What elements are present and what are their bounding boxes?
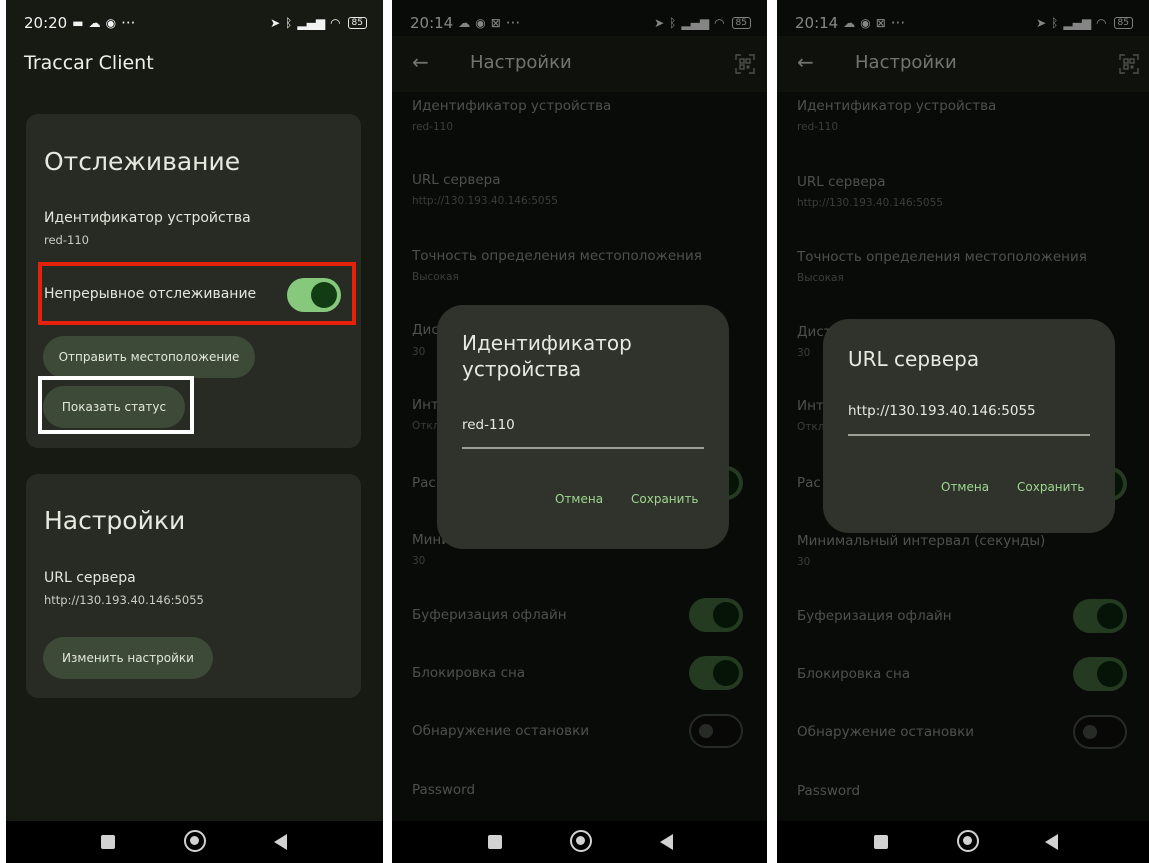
screen-settings-server-url-dialog: 20:14 ☁ ◉ ⊠ ··· ➤ ᛒ ▂▄▆ ◠ 85 ← Настройки… <box>777 0 1149 863</box>
input-underline <box>848 434 1090 436</box>
tracking-card-title: Отслеживание <box>44 147 241 176</box>
save-button[interactable]: Сохранить <box>1017 480 1085 494</box>
screen-settings-device-id-dialog: 20:14 ☁ ◉ ⊠ ··· ➤ ᛒ ▂▄▆ ◠ 85 ← Настройки… <box>392 0 767 863</box>
signal-icon: ▂▄▆ <box>297 16 326 30</box>
dialog-title-line1: Идентификатор <box>462 331 632 355</box>
settings-card: Настройки URL сервера http://130.193.40.… <box>26 474 361 698</box>
server-url-label: URL сервера <box>44 570 136 586</box>
recents-icon[interactable] <box>101 835 115 849</box>
device-id-input[interactable]: red-110 <box>462 417 515 433</box>
server-url-value: http://130.193.40.146:5055 <box>44 593 204 607</box>
more-notifications-icon: ··· <box>121 14 136 32</box>
send-location-button[interactable]: Отправить местоположение <box>43 336 255 378</box>
dialog-title-line2: устройства <box>462 357 582 381</box>
status-bar: 20:20 ▬ ☁ ◉ ··· ➤ ᛒ ▂▄▆ ◠ 85 <box>6 0 383 46</box>
system-nav-bar <box>392 821 767 863</box>
location-icon: ➤ <box>270 16 281 30</box>
cancel-button[interactable]: Отмена <box>941 480 989 494</box>
wifi-icon: ◠ <box>330 16 341 30</box>
cancel-button[interactable]: Отмена <box>555 492 603 506</box>
app-notification-icon: ◉ <box>105 16 117 30</box>
dialog-title: Идентификатор устройства <box>462 330 632 382</box>
battery-icon: 85 <box>347 17 367 29</box>
home-icon[interactable] <box>957 830 979 852</box>
bluetooth-icon: ᛒ <box>285 16 293 30</box>
highlight-show-status <box>38 376 194 434</box>
back-icon[interactable] <box>660 834 673 850</box>
change-settings-button[interactable]: Изменить настройки <box>43 637 213 679</box>
server-url-input[interactable]: http://130.193.40.146:5055 <box>848 403 1036 419</box>
recents-icon[interactable] <box>488 835 502 849</box>
server-url-dialog: URL сервера http://130.193.40.146:5055 О… <box>823 319 1115 533</box>
home-icon[interactable] <box>184 830 206 852</box>
recents-icon[interactable] <box>874 835 888 849</box>
app-title: Traccar Client <box>24 52 154 74</box>
settings-card-title: Настройки <box>44 506 186 535</box>
highlight-continuous-tracking <box>38 262 356 325</box>
back-icon[interactable] <box>1045 834 1058 850</box>
cloud-icon: ☁ <box>88 16 101 30</box>
device-id-dialog: Идентификатор устройства red-110 Отмена … <box>437 305 729 549</box>
dialog-title: URL сервера <box>848 347 980 371</box>
device-id-label: Идентификатор устройства <box>44 210 251 226</box>
input-underline <box>462 447 704 449</box>
home-icon[interactable] <box>570 830 592 852</box>
screen-main: 20:20 ▬ ☁ ◉ ··· ➤ ᛒ ▂▄▆ ◠ 85 Traccar Cli… <box>6 0 383 863</box>
status-time: 20:20 <box>24 14 68 32</box>
message-icon: ▬ <box>72 16 84 30</box>
system-nav-bar <box>777 821 1149 863</box>
back-icon[interactable] <box>274 834 287 850</box>
device-id-value: red-110 <box>44 233 89 247</box>
system-nav-bar <box>6 821 383 863</box>
save-button[interactable]: Сохранить <box>631 492 699 506</box>
